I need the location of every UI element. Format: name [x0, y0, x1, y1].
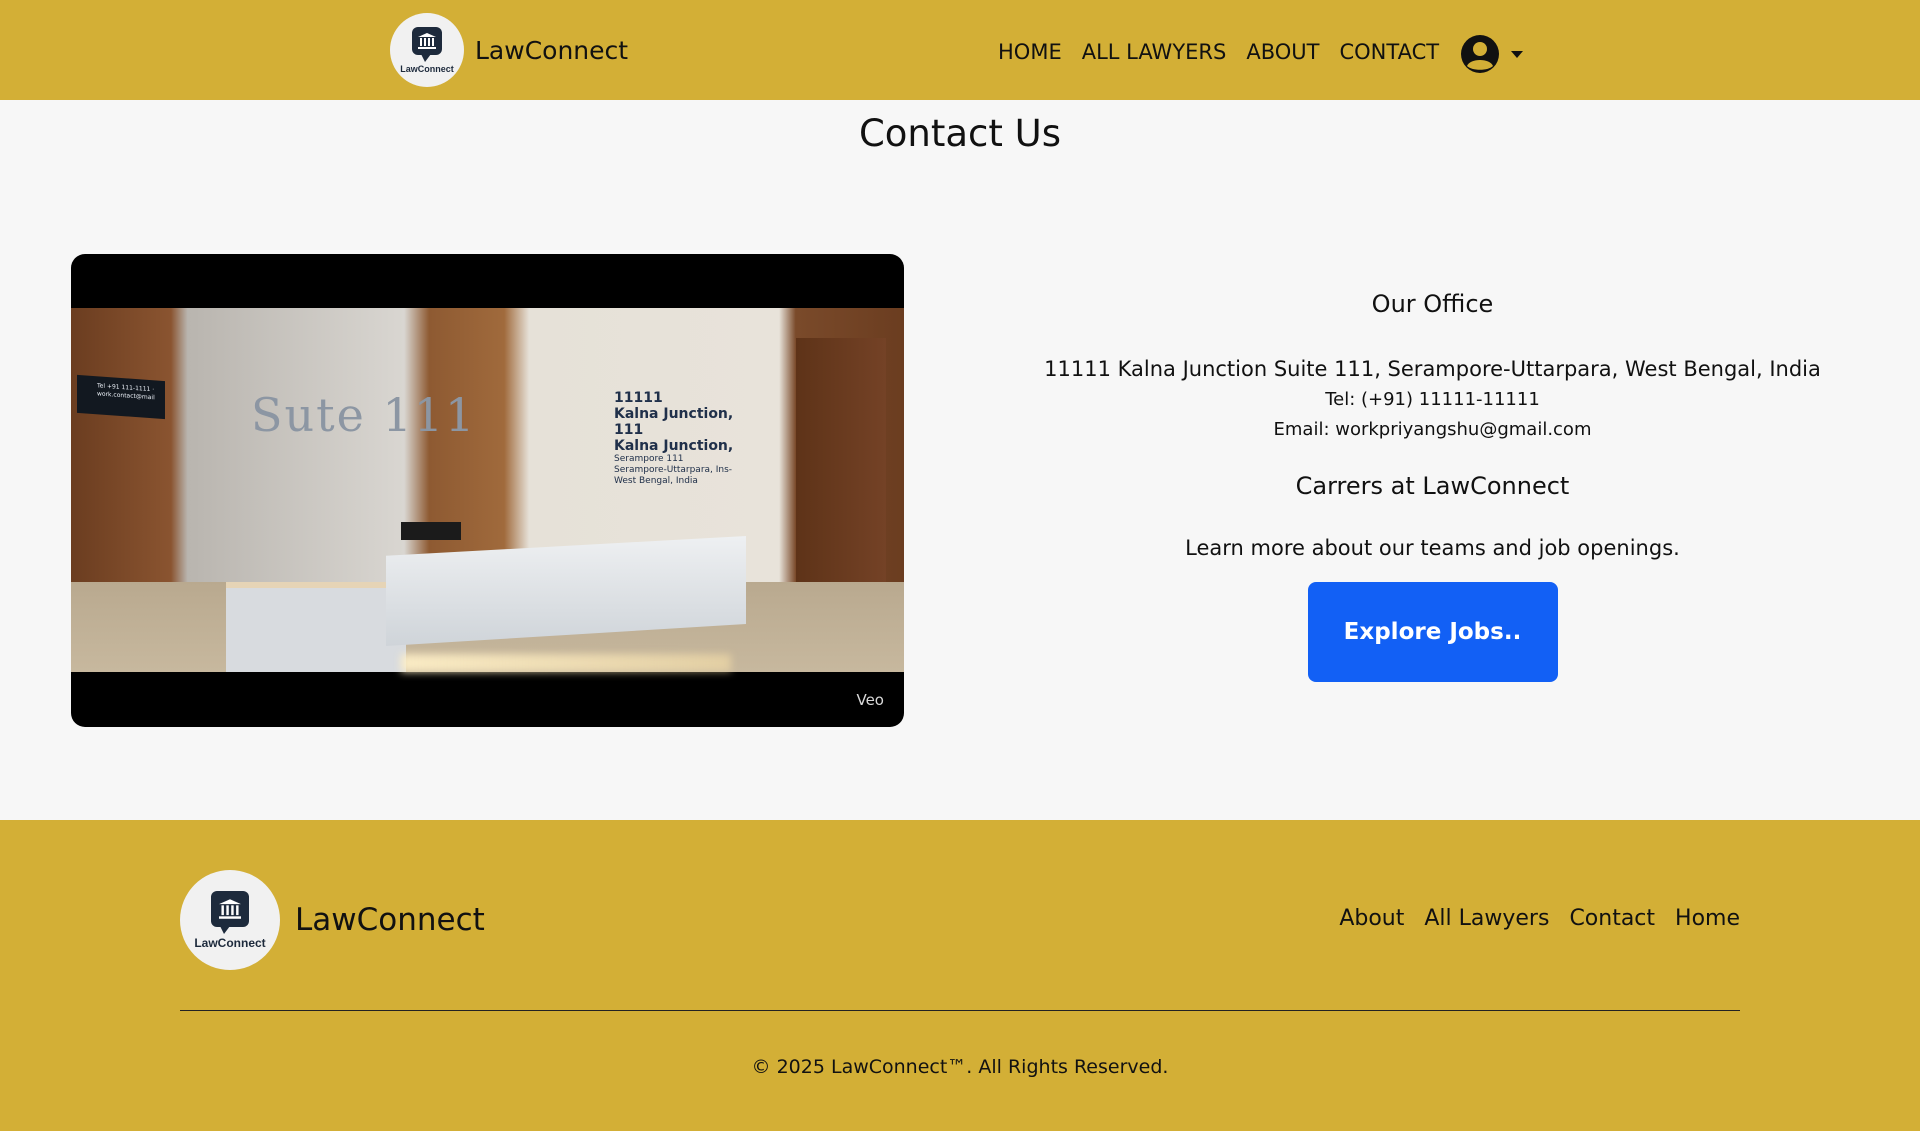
- footer-link-home[interactable]: Home: [1675, 906, 1740, 931]
- wall-address-line: West Bengal, India: [614, 476, 698, 486]
- logo: LawConnect: [390, 13, 464, 87]
- main-nav: HOME ALL LAWYERS ABOUT CONTACT: [998, 31, 1524, 73]
- nav-all-lawyers[interactable]: ALL LAWYERS: [1082, 40, 1227, 64]
- brand-name: LawConnect: [475, 35, 629, 65]
- desk-glow: [401, 654, 731, 672]
- office-scene: Tel +91 111-1111 · work.contact@mail Sut…: [71, 308, 904, 672]
- profile-dropdown[interactable]: [1461, 35, 1524, 73]
- nav-about[interactable]: ABOUT: [1246, 40, 1319, 64]
- brand-link[interactable]: LawConnect LawConnect: [390, 13, 628, 87]
- wall-address-line: Serampore-Uttarpara, Ins-: [614, 465, 733, 475]
- footer-link-all-lawyers[interactable]: All Lawyers: [1424, 906, 1549, 931]
- courthouse-icon: [412, 26, 442, 62]
- courthouse-icon: [211, 890, 249, 934]
- desk-front: [226, 588, 406, 672]
- wall-address-line: 11111: [614, 390, 663, 406]
- explore-jobs-button[interactable]: Explore Jobs..: [1307, 582, 1558, 682]
- page-title: Contact Us: [858, 112, 1062, 155]
- caret-down-icon: [1511, 50, 1524, 58]
- desk-top: [386, 536, 746, 646]
- office-heading: Our Office: [1371, 290, 1494, 318]
- nav-home[interactable]: HOME: [998, 40, 1062, 64]
- footer-brand[interactable]: LawConnect LawConnect: [180, 870, 485, 970]
- footer-link-contact[interactable]: Contact: [1569, 906, 1655, 931]
- office-video[interactable]: Tel +91 111-1111 · work.contact@mail Sut…: [71, 254, 904, 727]
- wall-address-line: Serampore 111: [614, 454, 684, 464]
- user-circle-icon: [1461, 35, 1500, 73]
- office-info: Our Office 11111 Kalna Junction Suite 11…: [1000, 290, 1865, 442]
- office-tel: Tel: (+91) 11111-11111: [1325, 389, 1540, 410]
- footer: LawConnect LawConnect About All Lawyers …: [0, 820, 1920, 1131]
- logo-text: LawConnect: [400, 63, 454, 74]
- footer-logo-text: LawConnect: [194, 935, 266, 950]
- careers-section: Carrers at LawConnect Learn more about o…: [1000, 472, 1865, 682]
- footer-link-about[interactable]: About: [1339, 906, 1404, 931]
- office-email: Email: workpriyangshu@gmail.com: [1273, 419, 1592, 440]
- reception-desk: [226, 536, 746, 672]
- careers-text: Learn more about our teams and job openi…: [1185, 536, 1680, 560]
- footer-nav: About All Lawyers Contact Home: [1319, 906, 1740, 931]
- footer-divider: [180, 1010, 1740, 1011]
- footer-logo: LawConnect: [180, 870, 280, 970]
- wall-address: 11111 Kalna Junction, 111 Kalna Junction…: [614, 390, 754, 487]
- wall-address-line: Kalna Junction, 111: [614, 406, 734, 438]
- copyright: © 2025 LawConnect™. All Rights Reserved.: [751, 1056, 1169, 1078]
- careers-heading: Carrers at LawConnect: [1295, 472, 1570, 500]
- top-navbar: LawConnect LawConnect HOME ALL LAWYERS A…: [0, 0, 1920, 100]
- nav-contact[interactable]: CONTACT: [1339, 40, 1439, 64]
- video-watermark: Veo: [856, 691, 884, 709]
- office-address: 11111 Kalna Junction Suite 111, Serampor…: [1044, 357, 1821, 381]
- footer-brand-name: LawConnect: [295, 902, 485, 938]
- suite-sign: Sute 111: [251, 388, 477, 442]
- wall-plaque: Tel +91 111-1111 · work.contact@mail: [77, 374, 165, 420]
- wall-address-line: Kalna Junction,: [614, 438, 734, 454]
